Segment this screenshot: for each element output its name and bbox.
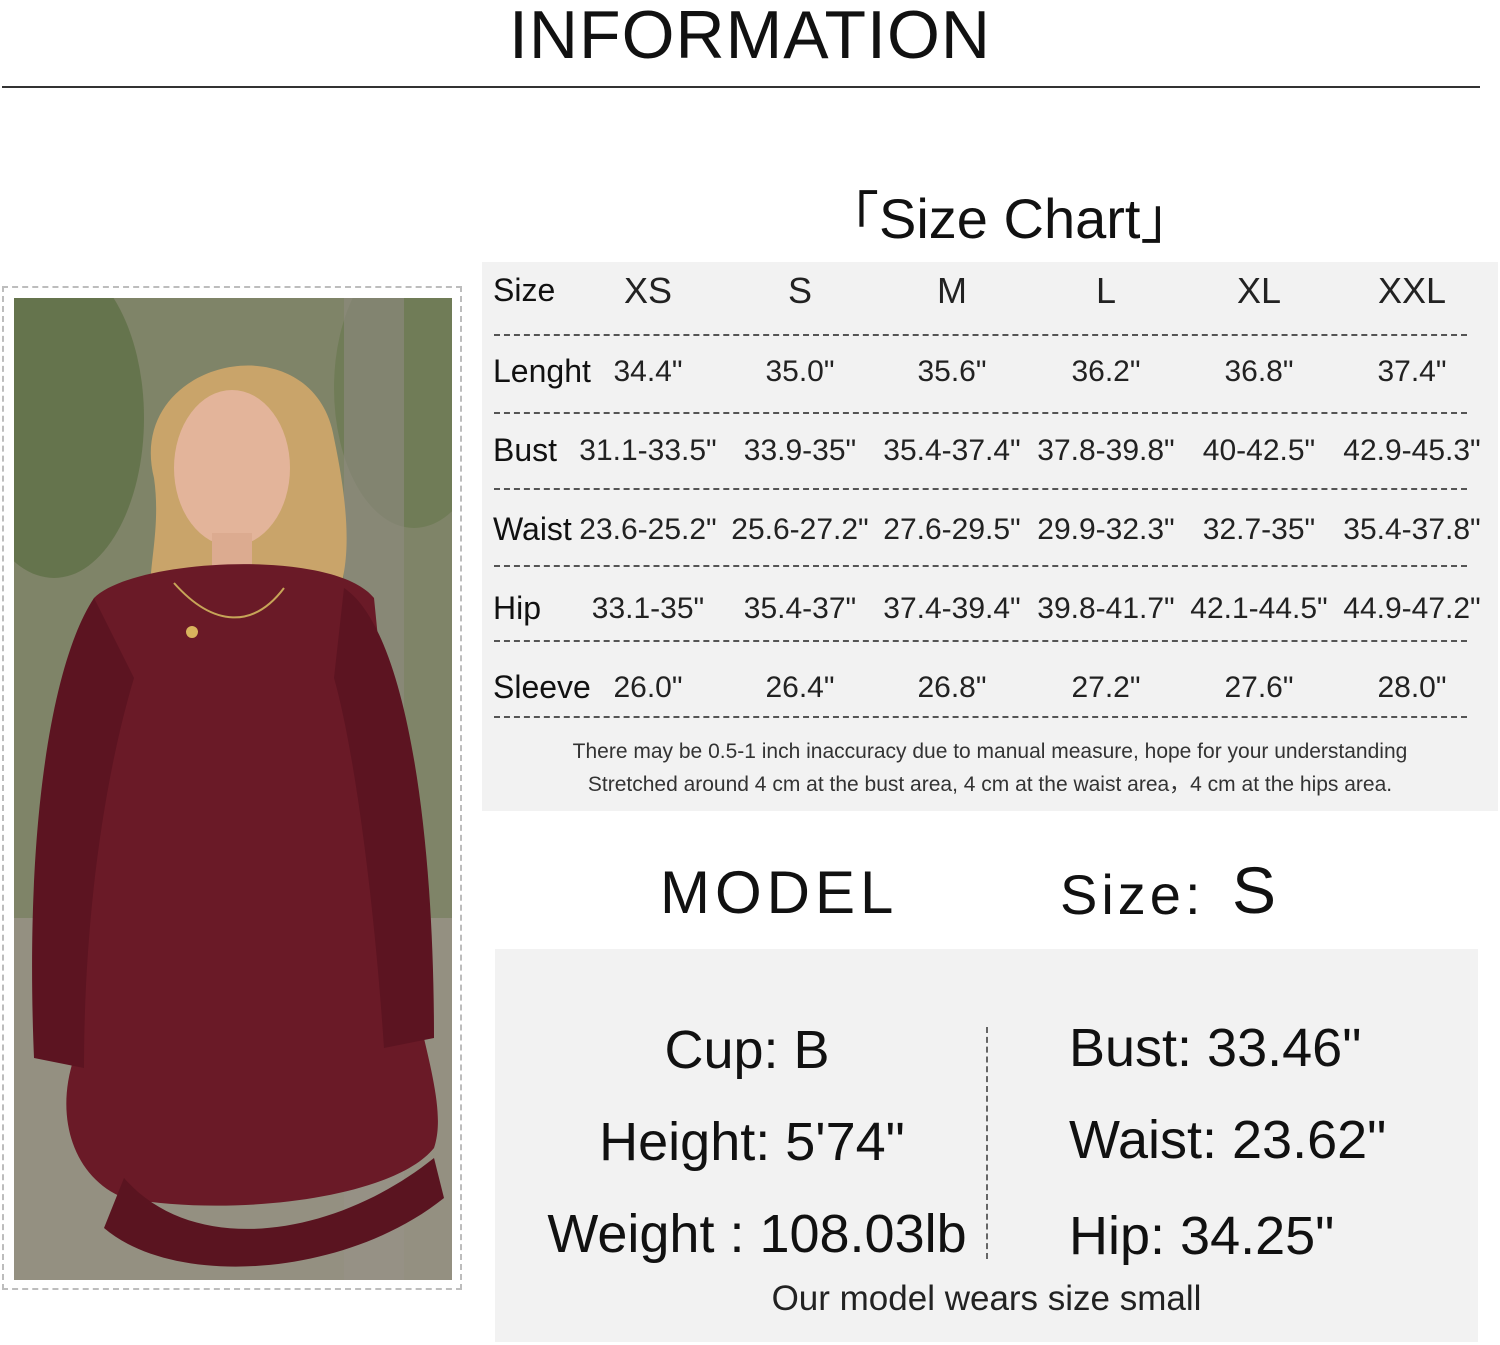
model-size-note: Our model wears size small (771, 1279, 1202, 1318)
model-waist: Waist: 23.62" (1069, 1110, 1387, 1170)
size-chart-heading: 「Size Chart」 (823, 187, 1197, 250)
row-label: Hip (493, 590, 542, 626)
table-cell: 32.7-35" (1202, 513, 1316, 546)
size-chart-table: Size XS S M L XL XXL Lenght 34.4" 35.0" … (482, 262, 1498, 811)
row-divider (494, 334, 1467, 336)
table-cell: 28.0" (1377, 671, 1447, 704)
table-cell: 36.2" (1071, 355, 1141, 388)
table-cell: 35.4-37.4" (883, 434, 1021, 467)
table-cell: 27.6-29.5" (883, 513, 1021, 546)
size-chart-row-hip: Hip 33.1-35" 35.4-37" 37.4-39.4" 39.8-41… (482, 590, 1498, 630)
table-cell: 35.4-37" (743, 592, 857, 625)
table-cell: 34.4" (613, 355, 683, 388)
table-cell: 35.4-37.8" (1343, 513, 1481, 546)
measurement-note: There may be 0.5-1 inch inaccuracy due t… (572, 740, 1408, 763)
table-cell: 40-42.5" (1202, 434, 1316, 467)
size-chart-row-sleeve: Sleeve 26.0" 26.4" 26.8" 27.2" 27.6" 28.… (482, 669, 1498, 709)
model-height: Height: 5'74" (599, 1112, 905, 1172)
table-cell: 26.8" (917, 671, 987, 704)
table-cell: 37.8-39.8" (1037, 434, 1175, 467)
stretch-note: Stretched around 4 cm at the bust area, … (587, 773, 1393, 796)
page-title: INFORMATION (509, 0, 991, 73)
model-photo-illustration (14, 298, 452, 1280)
table-cell: 29.9-32.3" (1037, 513, 1175, 546)
row-divider (494, 412, 1467, 414)
table-cell: 39.8-41.7" (1037, 592, 1175, 625)
table-cell: 27.6" (1224, 671, 1294, 704)
model-hip: Hip: 34.25" (1069, 1206, 1335, 1266)
row-divider (494, 565, 1467, 567)
row-label: Waist (493, 511, 572, 547)
row-label: Bust (493, 432, 558, 468)
table-cell: 31.1-33.5" (579, 434, 717, 467)
size-header-xs: XS (623, 270, 673, 311)
model-heading: MODEL (660, 859, 899, 926)
size-chart-row-bust: Bust 31.1-33.5" 33.9-35" 35.4-37.4" 37.8… (482, 432, 1498, 472)
table-cell: 37.4-39.4" (883, 592, 1021, 625)
size-header-s: S (787, 270, 813, 311)
measurements-divider (986, 1027, 988, 1259)
table-cell: 25.6-27.2" (731, 513, 869, 546)
title-divider (2, 86, 1480, 88)
table-cell: 26.0" (613, 671, 683, 704)
table-cell: 26.4" (765, 671, 835, 704)
row-label: Sleeve (493, 669, 591, 705)
table-cell: 37.4" (1377, 355, 1447, 388)
table-cell: 36.8" (1224, 355, 1294, 388)
table-cell: 42.1-44.5" (1190, 592, 1328, 625)
table-cell: 23.6-25.2" (579, 513, 717, 546)
table-cell: 35.0" (765, 355, 835, 388)
size-chart-header-row: Size XS S M L XL XXL (482, 270, 1498, 312)
table-cell: 33.1-35" (591, 592, 705, 625)
row-divider (494, 640, 1467, 642)
row-label: Lenght (493, 353, 591, 389)
size-header-xl: XL (1236, 270, 1282, 311)
model-size-label: Size: (1060, 863, 1205, 926)
table-cell: 42.9-45.3" (1343, 434, 1481, 467)
model-bust: Bust: 33.46" (1069, 1018, 1362, 1078)
model-weight: Weight : 108.03lb (547, 1204, 967, 1264)
size-chart-row-length: Lenght 34.4" 35.0" 35.6" 36.2" 36.8" 37.… (482, 353, 1498, 393)
model-cup: Cup: B (664, 1020, 830, 1080)
table-cell: 27.2" (1071, 671, 1141, 704)
model-measurements-panel: Cup: B Height: 5'74" Weight : 108.03lb B… (495, 949, 1478, 1342)
model-photo (14, 298, 452, 1280)
row-divider (494, 716, 1467, 718)
size-header-xxl: XXL (1377, 270, 1447, 311)
table-cell: 35.6" (917, 355, 987, 388)
row-divider (494, 488, 1467, 490)
size-chart-row-waist: Waist 23.6-25.2" 25.6-27.2" 27.6-29.5" 2… (482, 511, 1498, 551)
size-header-m: M (937, 270, 967, 311)
size-column-label: Size (493, 272, 556, 308)
table-cell: 44.9-47.2" (1343, 592, 1481, 625)
size-header-l: L (1095, 270, 1117, 311)
model-size-value: S (1232, 853, 1277, 927)
table-cell: 33.9-35" (743, 434, 857, 467)
